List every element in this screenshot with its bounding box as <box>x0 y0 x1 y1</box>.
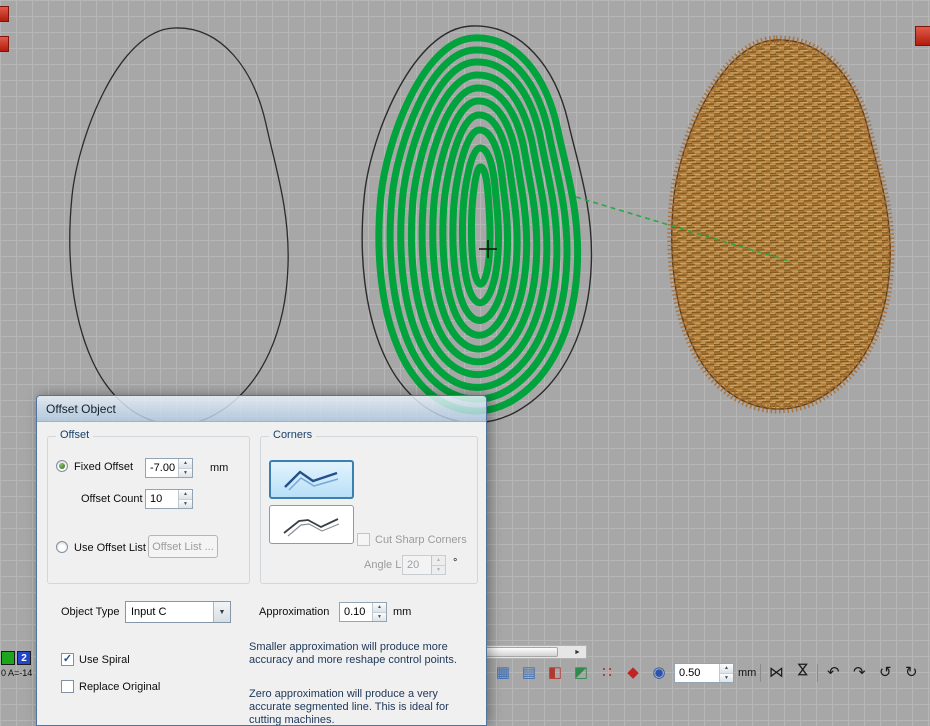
skew-right-icon[interactable]: ↷ <box>848 662 870 684</box>
spiral-rings <box>379 38 578 411</box>
offset-group: Offset Fixed Offset -7.00 ▲ ▼ mm Offset … <box>47 436 250 584</box>
replace-original-checkbox[interactable] <box>61 680 74 693</box>
toolbar-separator <box>760 664 761 682</box>
replace-original-label: Replace Original <box>79 681 160 693</box>
cut-sharp-corners-checkbox <box>357 533 370 546</box>
sharp-corner-icon <box>280 467 344 493</box>
color-chip-green[interactable] <box>1 651 15 665</box>
offset-list-button: Offset List ... <box>148 535 218 558</box>
dialog-titlebar[interactable]: Offset Object <box>37 396 486 422</box>
checkmark-icon: ✓ <box>63 653 72 665</box>
crosshair-cursor <box>479 240 497 258</box>
fixed-offset-spinner[interactable]: -7.00 ▲ ▼ <box>145 458 193 478</box>
stitched-fill-shape[interactable] <box>672 40 890 409</box>
approximation-spinner[interactable]: 0.10 ▲ ▼ <box>339 602 387 622</box>
stitch-points-icon[interactable]: ∷ <box>596 662 618 684</box>
offset-count-value: 10 <box>146 490 178 508</box>
approximation-help-text: Smaller approximation will produce more … <box>249 641 463 667</box>
flip-horizontal-icon[interactable]: ⋈ <box>765 662 787 684</box>
object-type-value: Input C <box>126 602 213 622</box>
corners-group-label: Corners <box>269 429 316 441</box>
spin-up-icon[interactable]: ▲ <box>720 664 733 674</box>
approximation-unit: mm <box>393 606 411 618</box>
offset-count-label: Offset Count <box>81 493 143 505</box>
use-offset-list-label: Use Offset List <box>74 542 146 554</box>
spin-up-icon[interactable]: ▲ <box>179 459 192 469</box>
sharp-corner-button[interactable] <box>269 460 354 499</box>
spinner-buttons: ▲ ▼ <box>719 664 733 682</box>
spiral-offset-shape[interactable] <box>362 26 591 423</box>
spinner-buttons: ▲ ▼ <box>178 490 192 508</box>
fixed-offset-value: -7.00 <box>146 459 178 477</box>
angle-limit-spinner: 20 ▲ ▼ <box>402 555 446 575</box>
spin-down-icon[interactable]: ▼ <box>179 469 192 478</box>
outline-shape-left[interactable] <box>70 28 288 425</box>
spinner-buttons: ▲ ▼ <box>431 556 445 574</box>
grid-icon[interactable]: ▦ <box>492 662 514 684</box>
spin-up-icon[interactable]: ▲ <box>373 603 386 613</box>
zero-approximation-help-text: Zero approximation will produce a very a… <box>249 688 463 725</box>
fill-region-icon[interactable]: ◩ <box>570 662 592 684</box>
spin-up-icon: ▲ <box>432 556 445 566</box>
spinner-buttons: ▲ ▼ <box>178 459 192 477</box>
stitch-width-spinner[interactable]: 0.50 ▲ ▼ <box>674 663 734 683</box>
spin-down-icon[interactable]: ▼ <box>179 500 192 509</box>
fixed-offset-unit: mm <box>210 462 228 474</box>
offset-count-spinner[interactable]: 10 ▲ ▼ <box>145 489 193 509</box>
offset-object-dialog: Offset Object Offset Fixed Offset -7.00 … <box>36 395 487 726</box>
corners-group: Corners Cut Sharp Corners Angle Limit 20 <box>260 436 478 584</box>
cut-sharp-corners-label: Cut Sharp Corners <box>375 534 467 546</box>
approximation-value: 0.10 <box>340 603 372 621</box>
object-type-label: Object Type <box>61 606 120 618</box>
spinner-buttons: ▲ ▼ <box>372 603 386 621</box>
s-curve-icon[interactable]: ∿ <box>926 662 930 684</box>
fixed-offset-label: Fixed Offset <box>74 461 133 473</box>
left-toolbar-partial-icon[interactable] <box>0 6 9 22</box>
dialog-title: Offset Object <box>46 402 116 416</box>
status-coordinates: 0 A=-14 <box>1 668 32 678</box>
color-pair-icon[interactable]: ◉ <box>648 662 670 684</box>
dialog-body: Offset Fixed Offset -7.00 ▲ ▼ mm Offset … <box>37 422 486 725</box>
node-edit-icon[interactable]: ◧ <box>544 662 566 684</box>
cut-corner-icon <box>280 512 344 538</box>
angle-limit-unit: ° <box>453 557 457 569</box>
approximation-label: Approximation <box>259 606 329 618</box>
width-unit-label: mm <box>738 667 756 679</box>
use-spiral-label: Use Spiral <box>79 654 130 666</box>
toolbar-separator-2 <box>817 664 818 682</box>
rotate-cw-icon[interactable]: ↻ <box>900 662 922 684</box>
cut-corner-button[interactable] <box>269 505 354 544</box>
use-offset-list-radio[interactable] <box>56 541 68 553</box>
color-chip-blue[interactable]: 2 <box>17 651 31 665</box>
bottom-toolbar: ▦ ▤ ◧ ◩ ∷ ◆ ◉ 0.50 ▲ ▼ mm ⋈ ⋈ ↶ ↷ ↺ ↻ ∿ <box>492 661 930 685</box>
spin-down-icon[interactable]: ▼ <box>720 674 733 683</box>
scrollbar-right-arrow-icon[interactable]: ► <box>570 646 585 658</box>
use-spiral-checkbox[interactable]: ✓ <box>61 653 74 666</box>
spin-up-icon[interactable]: ▲ <box>179 490 192 500</box>
object-type-dropdown[interactable]: Input C ▼ <box>125 601 231 623</box>
right-toolbar-partial-icon[interactable] <box>915 26 930 46</box>
rotate-ccw-icon[interactable]: ↺ <box>874 662 896 684</box>
stitch-width-value: 0.50 <box>675 664 719 682</box>
skew-left-icon[interactable]: ↶ <box>822 662 844 684</box>
pattern-grid-icon[interactable]: ▤ <box>518 662 540 684</box>
flip-vertical-icon[interactable]: ⋈ <box>791 662 813 684</box>
spin-down-icon[interactable]: ▼ <box>373 613 386 622</box>
spin-down-icon: ▼ <box>432 566 445 575</box>
embroidery-app-canvas: { "colors": { "spiral_green": "#00a33c",… <box>0 0 930 726</box>
fixed-offset-radio[interactable] <box>56 460 68 472</box>
red-node-icon[interactable]: ◆ <box>622 662 644 684</box>
left-toolbar-partial-icon-2[interactable] <box>0 36 9 52</box>
offset-group-label: Offset <box>56 429 93 441</box>
angle-limit-value: 20 <box>403 556 431 574</box>
chevron-down-icon[interactable]: ▼ <box>213 602 230 622</box>
